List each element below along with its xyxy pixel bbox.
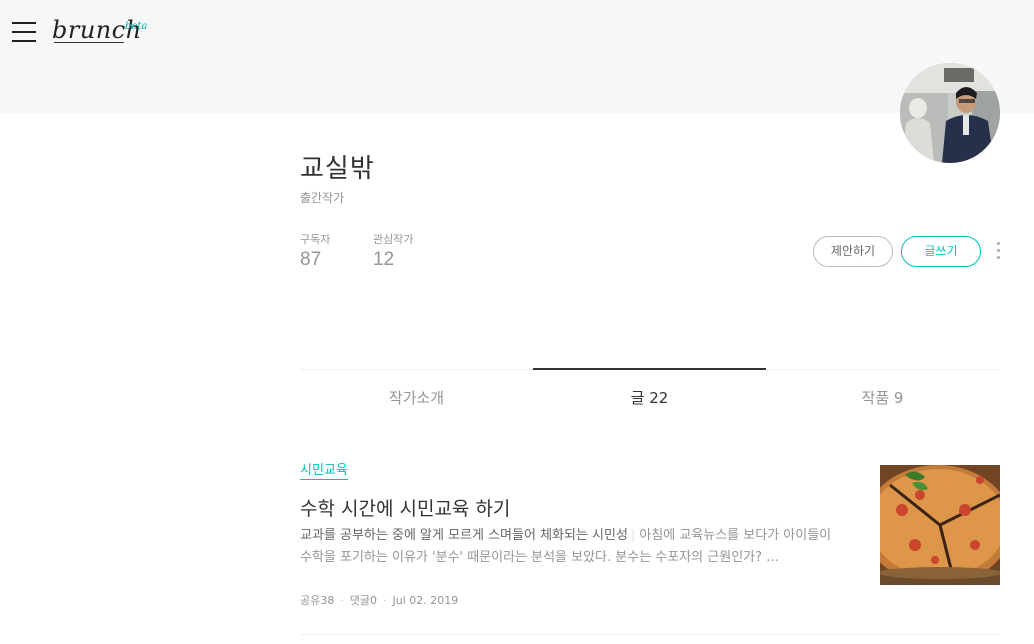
article-thumbnail[interactable]	[880, 465, 1000, 585]
author-name: 교실밖	[300, 154, 375, 184]
article-tag[interactable]: 시민교육	[300, 462, 348, 480]
article-excerpt[interactable]: 교과를 공부하는 중에 알게 모르게 스며들어 체화되는 시민성 | 아침에 교육뉴…	[300, 525, 836, 569]
excerpt-separator: |	[630, 528, 636, 543]
propose-button[interactable]: 제안하기	[813, 236, 893, 267]
author-avatar[interactable]	[900, 63, 1000, 163]
meta-dot: ·	[383, 594, 387, 607]
tab-author-intro[interactable]: 작가소개	[300, 370, 533, 426]
author-role: 출간작가	[300, 191, 345, 205]
logo-underline	[54, 42, 124, 43]
article-title[interactable]: 수학 시간에 시민교육 하기	[300, 494, 510, 521]
following-count[interactable]: 12	[373, 249, 394, 271]
beta-badge: beta	[125, 21, 148, 32]
article-shares: 공유38	[300, 594, 335, 607]
more-options-icon[interactable]	[996, 242, 1002, 262]
menu-icon[interactable]	[12, 22, 36, 44]
tab-posts[interactable]: 글 22	[533, 370, 766, 426]
article-subtitle: 교과를 공부하는 중에 알게 모르게 스며들어 체화되는 시민성	[300, 528, 628, 543]
write-button[interactable]: 글쓰기	[901, 236, 981, 267]
header-bar	[0, 0, 1034, 113]
article-divider	[300, 634, 1000, 635]
article-meta: 공유38 · 댓글0 · Jul 02. 2019	[300, 592, 458, 608]
tab-works[interactable]: 작품 9	[766, 370, 999, 426]
article-date: Jul 02. 2019	[392, 594, 459, 607]
following-label: 관심작가	[373, 233, 414, 246]
subscribers-label: 구독자	[300, 233, 331, 246]
subscribers-count[interactable]: 87	[300, 249, 321, 271]
article-comments: 댓글0	[349, 594, 377, 607]
meta-dot: ·	[340, 594, 344, 607]
